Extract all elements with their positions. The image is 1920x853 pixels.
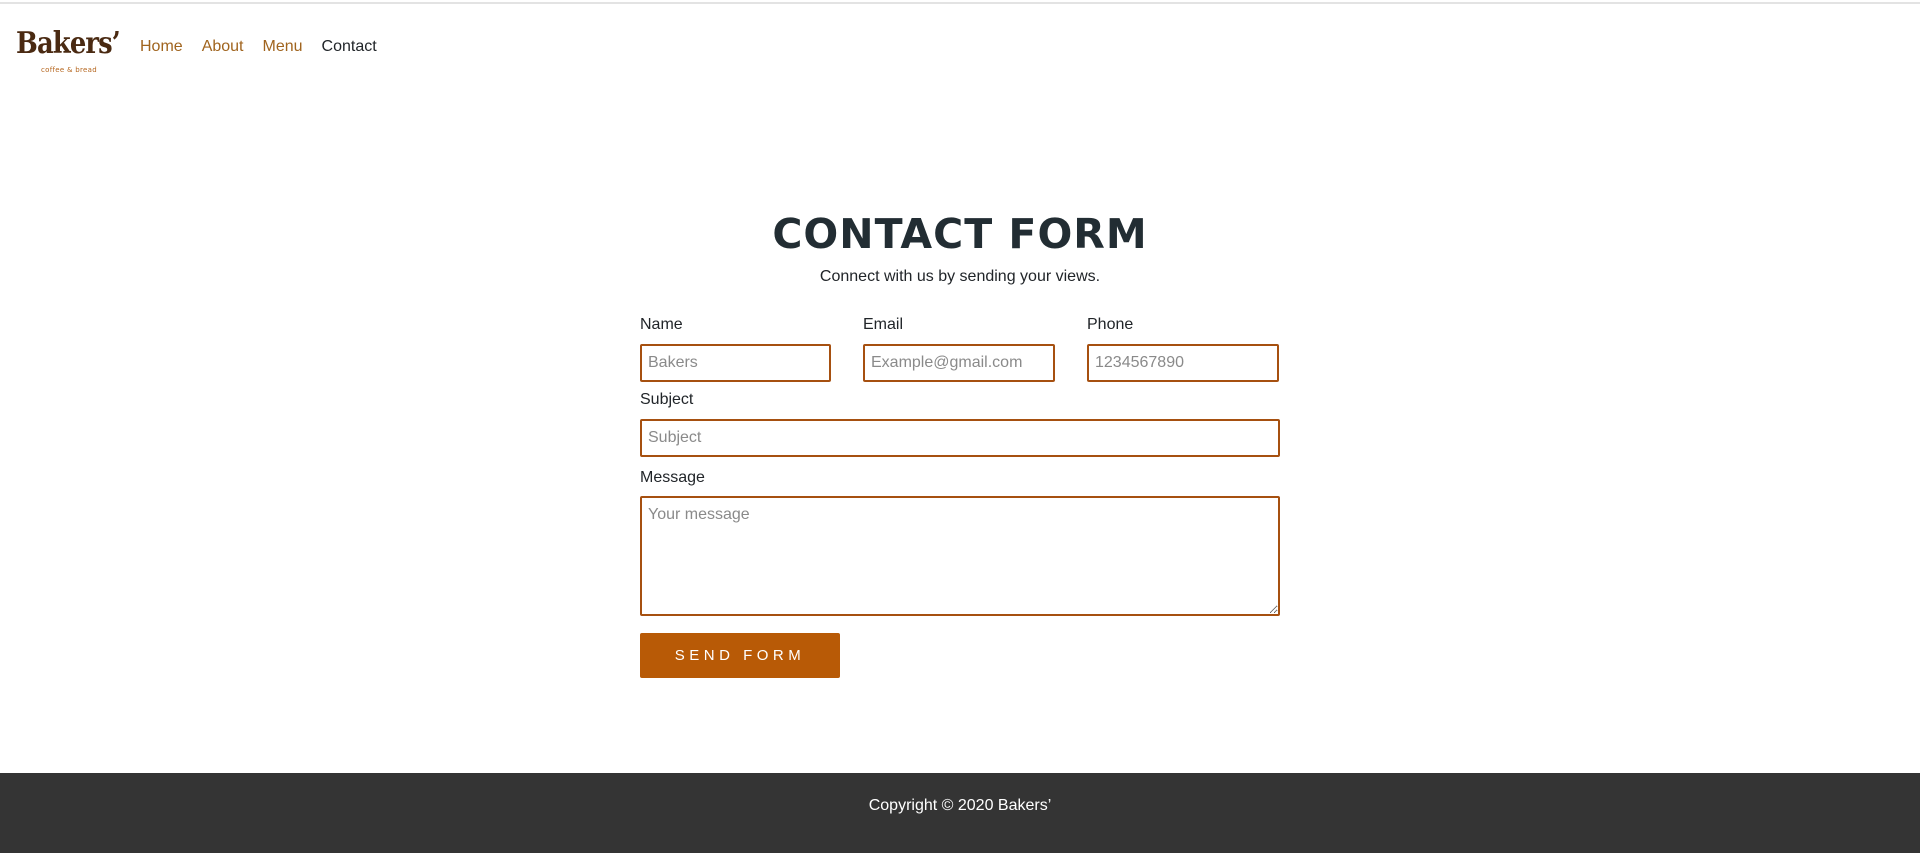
- phone-label: Phone: [1087, 316, 1134, 333]
- footer: Copyright © 2020 Bakers’: [0, 773, 1920, 853]
- nav-link-home[interactable]: Home: [140, 38, 183, 56]
- message-textarea[interactable]: [640, 496, 1280, 616]
- email-input[interactable]: [863, 344, 1055, 382]
- page-subtitle: Connect with us by sending your views.: [819, 268, 1101, 285]
- message-label: Message: [640, 469, 705, 486]
- name-input[interactable]: [640, 344, 831, 382]
- nav-link-contact[interactable]: Contact: [322, 38, 377, 56]
- brand-logo[interactable]: Bakers’ coffee & bread: [16, 26, 121, 82]
- phone-input[interactable]: [1087, 344, 1279, 382]
- navbar: Bakers’ coffee & bread Home About Menu C…: [0, 4, 1920, 90]
- subject-label: Subject: [640, 391, 694, 408]
- nav-link-menu[interactable]: Menu: [263, 38, 303, 56]
- copyright-text: Copyright © 2020 Bakers’: [868, 797, 1052, 814]
- logo-tagline: coffee & bread: [41, 66, 97, 74]
- page-title: CONTACT FORM: [772, 210, 1148, 258]
- nav-link-about[interactable]: About: [202, 38, 244, 56]
- subject-input[interactable]: [640, 419, 1280, 457]
- logo-wordmark: Bakers’: [16, 26, 121, 61]
- send-form-button[interactable]: SEND FORM: [640, 633, 840, 678]
- email-label: Email: [863, 316, 904, 333]
- main-nav: Home About Menu Contact: [140, 38, 396, 56]
- name-label: Name: [640, 316, 683, 333]
